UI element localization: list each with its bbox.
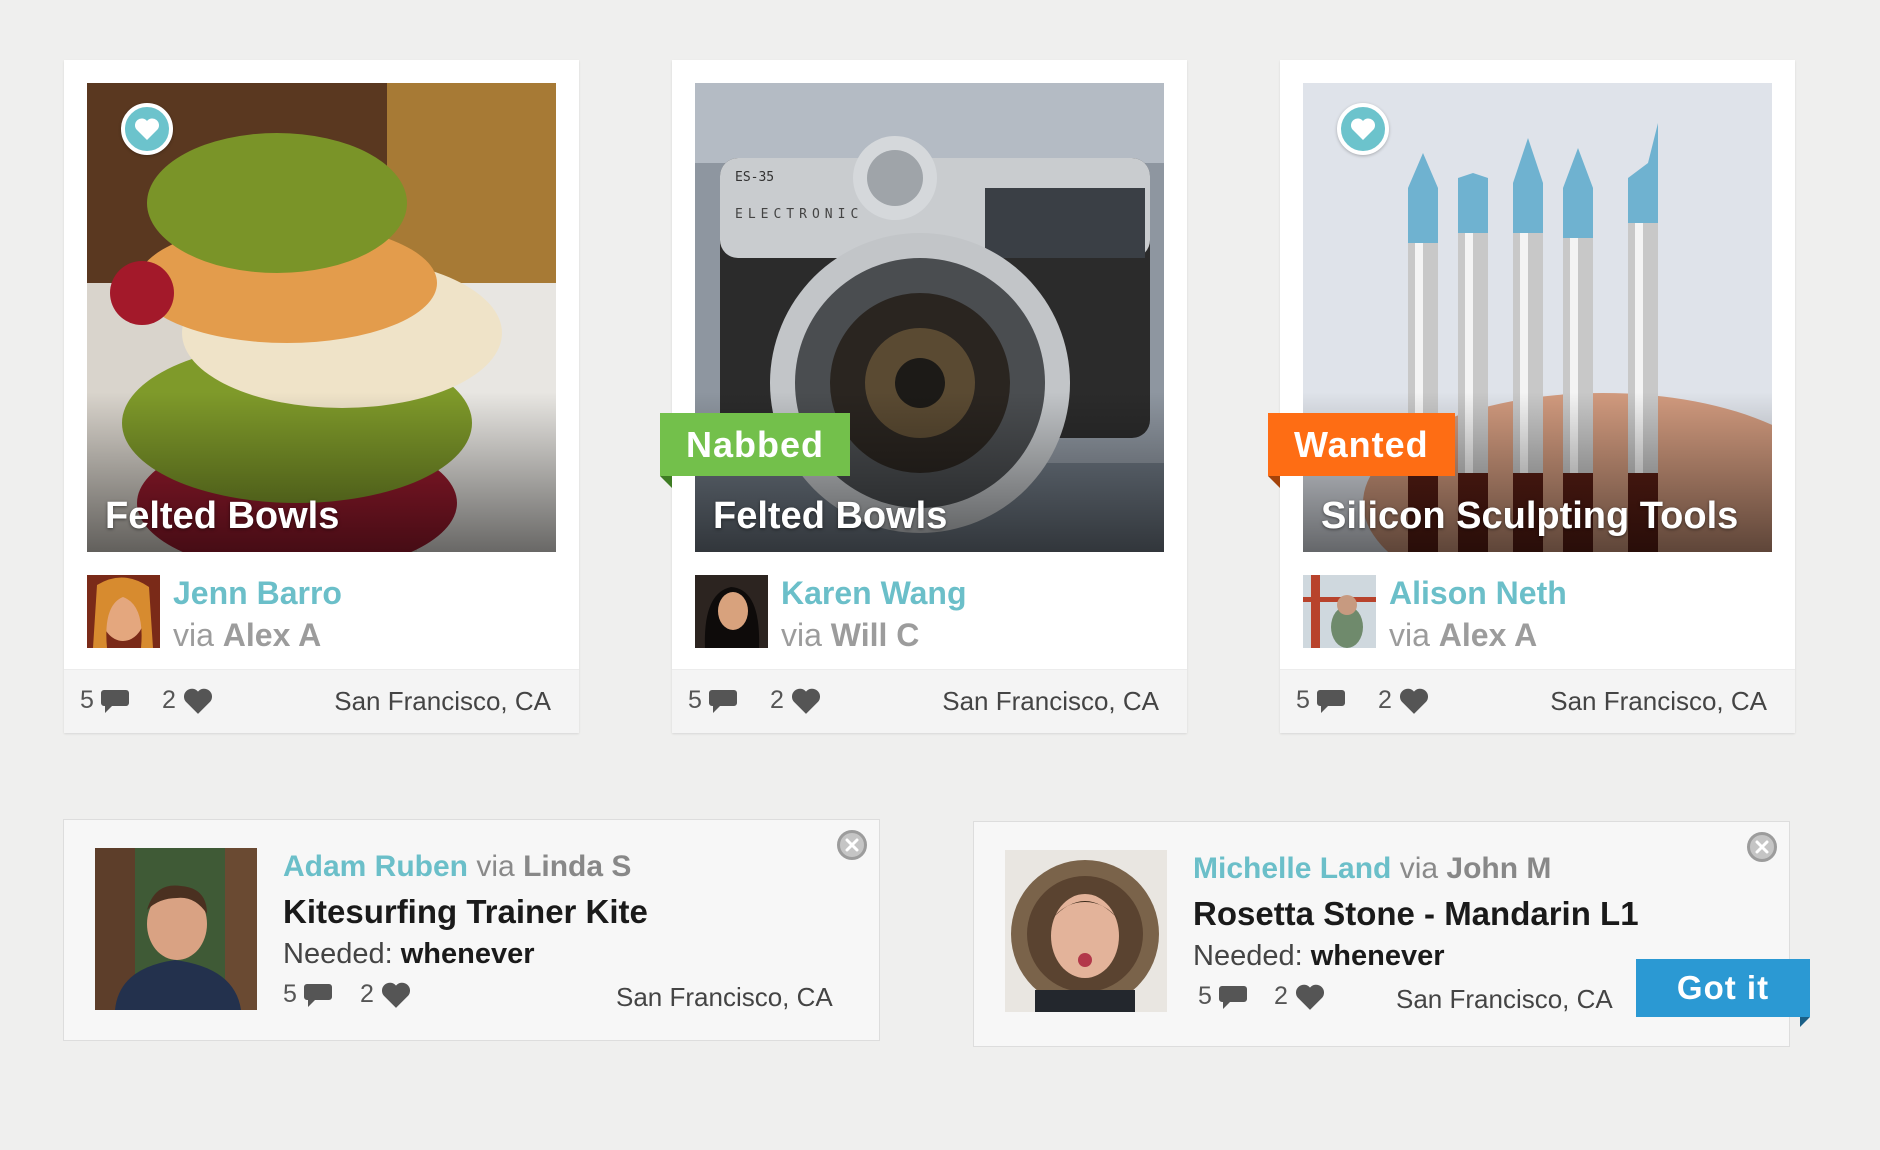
owner-name[interactable]: Michelle Land bbox=[1193, 852, 1391, 885]
location: San Francisco, CA bbox=[1550, 686, 1767, 716]
like-count[interactable]: 2 bbox=[162, 686, 214, 715]
card-footer: 5 2 San Francisco, CA bbox=[64, 669, 579, 733]
comment-count[interactable]: 5 bbox=[80, 686, 130, 715]
heart-icon bbox=[791, 688, 820, 714]
close-icon[interactable] bbox=[1747, 832, 1777, 862]
location: San Francisco, CA bbox=[942, 686, 1159, 716]
like-count-value: 2 bbox=[162, 686, 176, 714]
svg-text:ES-35: ES-35 bbox=[735, 170, 774, 185]
via-line: via Will C bbox=[781, 617, 919, 654]
owner-row: Karen Wang via Will C bbox=[695, 575, 1164, 653]
comment-count-value: 5 bbox=[1296, 686, 1310, 714]
item-title: Felted Bowls bbox=[713, 495, 948, 537]
via-line: via Alex A bbox=[173, 617, 321, 654]
favorite-heart-icon[interactable] bbox=[121, 103, 173, 155]
owner-row: Jenn Barro via Alex A bbox=[87, 575, 556, 653]
location: San Francisco, CA bbox=[616, 982, 833, 1012]
request-owner-line: Michelle Land via John M bbox=[1193, 852, 1551, 886]
comment-count-value: 5 bbox=[1198, 982, 1212, 1010]
needed-value: whenever bbox=[400, 938, 535, 970]
item-title: Felted Bowls bbox=[105, 495, 340, 537]
heart-icon bbox=[381, 982, 410, 1008]
card-footer: 5 2 San Francisco, CA bbox=[1280, 669, 1795, 733]
via-name[interactable]: John M bbox=[1446, 852, 1551, 885]
needed-label: Needed: bbox=[1193, 940, 1303, 972]
item-card-3[interactable]: Silicon Sculpting Tools Wanted Alison Ne… bbox=[1268, 60, 1795, 733]
comment-count[interactable]: 5 bbox=[283, 980, 333, 1009]
item-photo[interactable]: Silicon Sculpting Tools bbox=[1303, 83, 1772, 552]
comment-count-value: 5 bbox=[80, 686, 94, 714]
comment-icon bbox=[1218, 985, 1247, 1009]
favorite-heart-icon[interactable] bbox=[1337, 103, 1389, 155]
svg-text:ELECTRONIC: ELECTRONIC bbox=[735, 207, 863, 222]
via-name[interactable]: Linda S bbox=[523, 850, 631, 883]
tag-fold bbox=[1268, 476, 1280, 488]
comment-count[interactable]: 5 bbox=[688, 686, 738, 715]
location: San Francisco, CA bbox=[334, 686, 551, 716]
like-count[interactable]: 2 bbox=[360, 980, 412, 1009]
comment-icon bbox=[100, 689, 129, 713]
close-icon[interactable] bbox=[837, 830, 867, 860]
comment-icon bbox=[303, 983, 332, 1007]
via-prefix: via bbox=[1399, 852, 1439, 885]
heart-icon bbox=[183, 688, 212, 714]
avatar[interactable] bbox=[695, 575, 768, 648]
avatar[interactable] bbox=[95, 848, 257, 1010]
comment-count-value: 5 bbox=[688, 686, 702, 714]
request-owner-line: Adam Ruben via Linda S bbox=[283, 850, 631, 884]
like-count[interactable]: 2 bbox=[1274, 982, 1326, 1011]
like-count[interactable]: 2 bbox=[770, 686, 822, 715]
owner-name[interactable]: Adam Ruben bbox=[283, 850, 468, 883]
avatar[interactable] bbox=[87, 575, 160, 648]
via-name[interactable]: Will C bbox=[831, 617, 920, 653]
like-count[interactable]: 2 bbox=[1378, 686, 1430, 715]
request-title[interactable]: Kitesurfing Trainer Kite bbox=[283, 893, 648, 931]
comment-count[interactable]: 5 bbox=[1198, 982, 1248, 1011]
owner-name[interactable]: Karen Wang bbox=[781, 575, 967, 612]
via-prefix: via bbox=[173, 617, 214, 653]
got-it-label: Got it bbox=[1676, 969, 1770, 1006]
avatar[interactable] bbox=[1005, 850, 1167, 1012]
via-name[interactable]: Alex A bbox=[223, 617, 321, 653]
needed-label: Needed: bbox=[283, 938, 393, 970]
needed-line: Needed: whenever bbox=[1193, 940, 1445, 973]
like-count-value: 2 bbox=[1378, 686, 1392, 714]
needed-line: Needed: whenever bbox=[283, 938, 535, 971]
wanted-tag: Wanted bbox=[1268, 413, 1455, 488]
avatar[interactable] bbox=[1303, 575, 1376, 648]
comment-count[interactable]: 5 bbox=[1296, 686, 1346, 715]
button-fold bbox=[1800, 1017, 1810, 1027]
owner-row: Alison Neth via Alex A bbox=[1303, 575, 1772, 653]
comment-count-value: 5 bbox=[283, 980, 297, 1008]
via-name[interactable]: Alex A bbox=[1439, 617, 1537, 653]
via-prefix: via bbox=[1389, 617, 1430, 653]
via-line: via Alex A bbox=[1389, 617, 1537, 654]
item-card-2[interactable]: ELECTRONIC ES-35 Felted Bowls Nabbed Kar… bbox=[660, 60, 1187, 733]
item-photo[interactable]: ELECTRONIC ES-35 Felted Bowls bbox=[695, 83, 1164, 552]
request-card-1[interactable]: Adam Ruben via Linda S Kitesurfing Train… bbox=[63, 819, 880, 1041]
tag-label: Wanted bbox=[1294, 424, 1429, 465]
got-it-button[interactable]: Got it bbox=[1636, 959, 1810, 1027]
via-prefix: via bbox=[781, 617, 822, 653]
item-title: Silicon Sculpting Tools bbox=[1321, 495, 1739, 537]
comment-icon bbox=[1316, 689, 1345, 713]
tag-label: Nabbed bbox=[686, 424, 825, 465]
card-footer: 5 2 San Francisco, CA bbox=[672, 669, 1187, 733]
like-count-value: 2 bbox=[360, 980, 374, 1008]
heart-icon bbox=[1295, 984, 1324, 1010]
item-photo[interactable]: Felted Bowls bbox=[87, 83, 556, 552]
like-count-value: 2 bbox=[1274, 982, 1288, 1010]
location: San Francisco, CA bbox=[1396, 984, 1613, 1014]
via-prefix: via bbox=[476, 850, 515, 883]
needed-value: whenever bbox=[1310, 940, 1445, 972]
tag-fold bbox=[660, 476, 672, 488]
nabbed-tag: Nabbed bbox=[660, 413, 851, 488]
owner-name[interactable]: Jenn Barro bbox=[173, 575, 342, 612]
heart-icon bbox=[1399, 688, 1428, 714]
like-count-value: 2 bbox=[770, 686, 784, 714]
owner-name[interactable]: Alison Neth bbox=[1389, 575, 1567, 612]
comment-icon bbox=[708, 689, 737, 713]
item-card-1[interactable]: Felted Bowls Jenn Barro via Alex A 5 2 S… bbox=[64, 60, 579, 733]
request-title[interactable]: Rosetta Stone - Mandarin L1 bbox=[1193, 895, 1639, 933]
